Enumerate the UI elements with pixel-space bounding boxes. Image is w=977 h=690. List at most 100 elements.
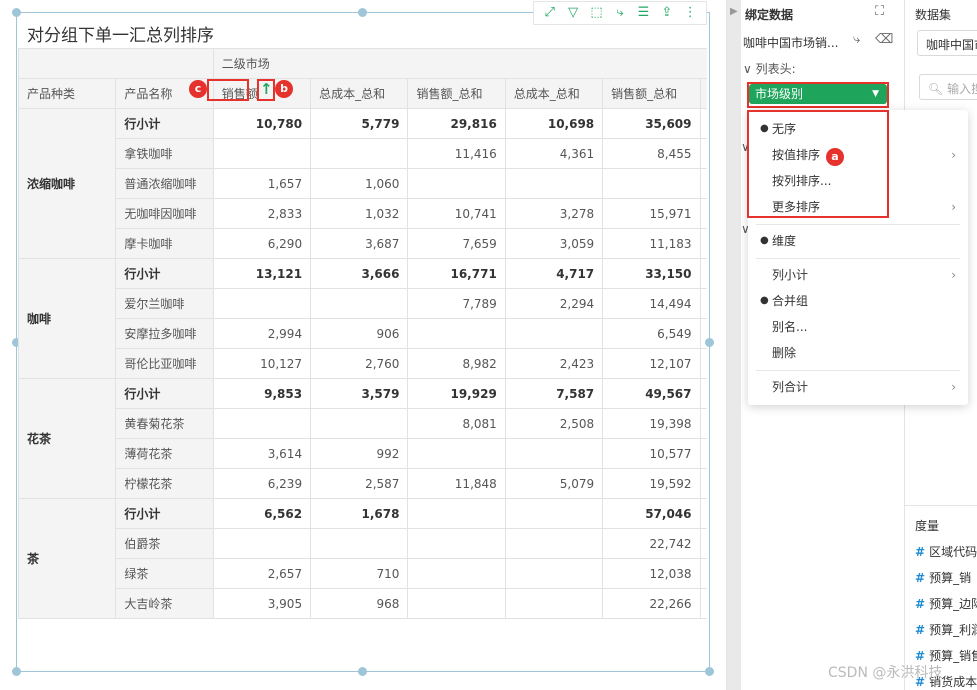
table-row: 摩卡咖啡 6,290 3,687 7,659 3,059 11,183: [19, 228, 707, 259]
chevron-right-icon: ›: [951, 380, 956, 394]
column-header[interactable]: 销售额_总和: [407, 78, 506, 109]
value-cell: [699, 438, 707, 469]
group-header-cell[interactable]: 二级市场: [212, 48, 707, 79]
product-name-cell: 无咖啡因咖啡: [115, 198, 214, 229]
menu-item-delete[interactable]: 删除: [748, 340, 968, 366]
link-icon[interactable]: ⤷: [611, 3, 629, 23]
export-icon[interactable]: ⇪: [658, 3, 676, 23]
value-cell: 7,587: [504, 378, 604, 409]
column-header[interactable]: 销售额_总和: [602, 78, 701, 109]
bullet-icon: ●: [760, 123, 769, 134]
value-cell: 10,741: [407, 198, 506, 229]
measure-item[interactable]: #预算_边际: [915, 595, 977, 612]
resize-handle[interactable]: [358, 8, 367, 17]
menu-item-dimension[interactable]: ● 维度: [748, 228, 968, 254]
product-name-cell: 普通浓缩咖啡: [115, 168, 214, 199]
menu-divider: [756, 224, 960, 225]
resize-handle[interactable]: [12, 667, 21, 676]
value-cell: [504, 588, 604, 619]
measure-label: 预算_边际: [929, 597, 977, 611]
table-row: 咖啡行小计13,1213,66616,7714,71733,15013: [18, 258, 707, 379]
menu-item-sort-by-value[interactable]: 按值排序 ›: [748, 142, 968, 168]
measure-item[interactable]: # 预算_销: [915, 569, 971, 586]
panel-title: 绑定数据: [745, 8, 794, 22]
filter-icon[interactable]: ▽: [564, 3, 582, 23]
eraser-icon[interactable]: ⌫: [875, 32, 893, 47]
value-cell: 968: [310, 588, 409, 619]
product-name-cell: 爱尔兰咖啡: [115, 288, 214, 319]
menu-item-column-subtotal[interactable]: 列小计 ›: [748, 262, 968, 288]
value-cell: 13,121: [212, 258, 312, 289]
column-header-label: 列表头:: [755, 62, 796, 76]
value-cell: 22,742: [602, 528, 701, 559]
value-cell: 57,046: [602, 498, 701, 529]
menu-item-no-sort[interactable]: ● 无序: [748, 116, 968, 142]
column-header[interactable]: 总成本_总: [699, 78, 707, 109]
product-name-cell: 伯爵茶: [115, 528, 214, 559]
expand-icon[interactable]: ⤢: [541, 3, 559, 23]
pivot-table: 二级市场产品种类产品名称销售额总成本_总和销售额_总和总成本_总和销售额_总和总…: [18, 48, 707, 619]
table-row: 柠檬花茶 6,239 2,587 11,848 5,079 19,592: [19, 468, 707, 499]
measure-label: 预算_销售: [929, 649, 977, 663]
category-cell: 咖啡: [18, 258, 117, 379]
more-icon[interactable]: ⋮: [681, 3, 699, 23]
resize-handle[interactable]: [12, 8, 21, 17]
value-cell: 18: [699, 498, 707, 529]
table-widget[interactable]: 对分组下单一汇总列排序 ⤢ ▽ ⬚ ⤷ ☰ ⇪ ⋮ 二级市场 产品种类 产品名称 销售…: [12, 1, 714, 676]
table-row: 伯爵茶 22,742: [19, 528, 707, 559]
column-header-section[interactable]: ∨ 列表头:: [743, 60, 796, 77]
value-cell: 11,416: [407, 138, 506, 169]
table-row: 大吉岭茶 3,905 968 22,266: [19, 588, 707, 619]
resize-handle[interactable]: [705, 667, 714, 676]
subtotal-label: 行小计: [115, 378, 214, 409]
value-cell: [699, 138, 707, 169]
measure-item[interactable]: #预算_利润: [915, 621, 977, 638]
list-icon[interactable]: ☰: [634, 3, 652, 23]
value-cell: 29,816: [407, 108, 506, 139]
menu-item-label: 列合计: [772, 380, 809, 394]
field-search-input[interactable]: 🔍︎ 输入搜: [919, 74, 977, 100]
switch-dataset-icon[interactable]: ⤷: [853, 32, 860, 47]
column-header[interactable]: 总成本_总和: [310, 78, 409, 109]
value-cell: 1,060: [310, 168, 409, 199]
sort-ascending-icon[interactable]: ↑: [260, 80, 273, 98]
market-level-pill[interactable]: 市场级别 ▼: [749, 84, 887, 104]
value-cell: [212, 528, 312, 559]
caret-down-icon: ▼: [872, 89, 879, 99]
value-cell: 12,038: [602, 558, 701, 589]
menu-item-label: 按列排序...: [772, 174, 832, 188]
panel-collapse-bar[interactable]: ▶: [727, 0, 741, 690]
number-field-icon: #: [915, 545, 926, 559]
fullscreen-icon[interactable]: ⛶: [875, 4, 884, 19]
menu-item-column-total[interactable]: 列合计 ›: [748, 374, 968, 400]
menu-item-merge-group[interactable]: ● 合并组: [748, 288, 968, 314]
category-cell: 浓缩咖啡: [18, 108, 117, 259]
value-cell: [407, 528, 506, 559]
product-name-cell: 大吉岭茶: [115, 588, 214, 619]
chevron-down-icon: ∨: [743, 62, 756, 76]
product-name-cell: 哥伦比亚咖啡: [115, 348, 214, 379]
value-cell: 2,508: [504, 408, 604, 439]
value-cell: 3,278: [504, 198, 604, 229]
menu-item-label: 按值排序: [772, 148, 821, 162]
menu-item-sort-by-column[interactable]: 按列排序...: [748, 168, 968, 194]
menu-item-more-sort[interactable]: 更多排序 ›: [748, 194, 968, 220]
dataset-select[interactable]: 咖啡中国市: [917, 30, 977, 56]
measure-item[interactable]: # 区域代码: [915, 543, 977, 560]
category-cell: 茶: [18, 498, 117, 619]
value-cell: [310, 288, 409, 319]
value-cell: [310, 138, 409, 169]
menu-item-alias[interactable]: 别名...: [748, 314, 968, 340]
column-header[interactable]: 总成本_总和: [504, 78, 604, 109]
select-icon[interactable]: ⬚: [588, 3, 606, 23]
column-header[interactable]: 产品种类: [18, 78, 117, 109]
divider: [905, 505, 977, 506]
value-cell: 11,183: [602, 228, 701, 259]
value-cell: 710: [310, 558, 409, 589]
value-cell: 11,848: [407, 468, 506, 499]
number-field-icon: #: [915, 597, 926, 611]
product-name-cell: 黄春菊花茶: [115, 408, 214, 439]
value-cell: [407, 438, 506, 469]
resize-handle[interactable]: [358, 667, 367, 676]
value-cell: 2,587: [310, 468, 409, 499]
